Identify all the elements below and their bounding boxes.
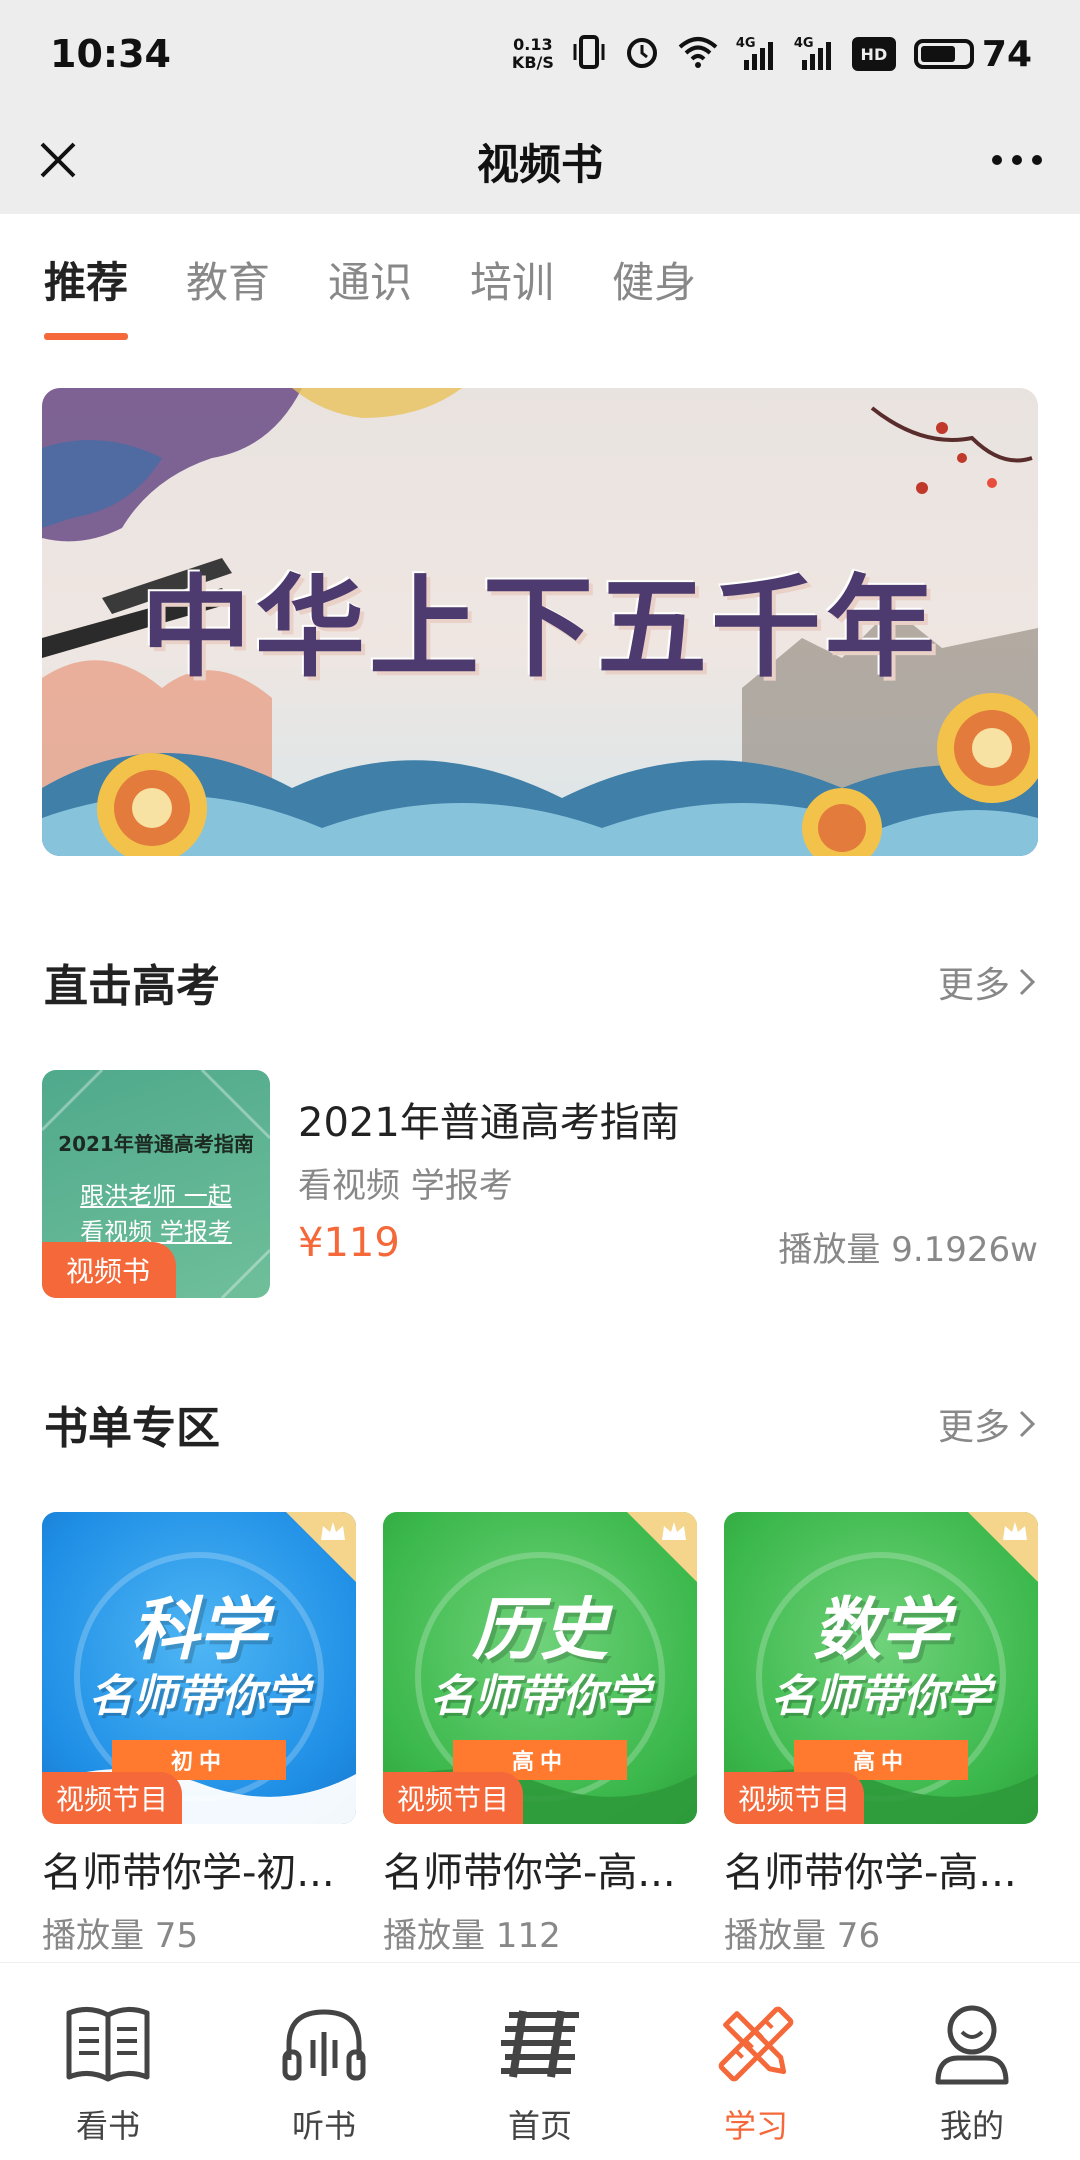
tab-education[interactable]: 教育 bbox=[186, 214, 270, 344]
bottom-nav: 看书 听书 首页 学习 我的 bbox=[0, 1962, 1080, 2160]
category-tabs: 推荐 教育 通识 培训 健身 bbox=[0, 214, 1080, 344]
video-program-badge: 视频节目 bbox=[383, 1772, 524, 1824]
more-label: 更多 bbox=[937, 1407, 1010, 1448]
video-program-badge: 视频节目 bbox=[42, 1772, 183, 1824]
booklist-section-header: 书单专区 更多 bbox=[44, 1392, 1036, 1456]
nav-item-home[interactable]: 首页 bbox=[432, 1963, 648, 2160]
cover-line-1: 跟洪老师 一起 bbox=[80, 1182, 232, 1210]
crown-icon bbox=[1003, 1522, 1027, 1540]
tab-label: 培训 bbox=[470, 257, 555, 307]
book-cover: 历史 名师带你学 高中 视频节目 bbox=[383, 1512, 697, 1824]
title-bar: 视频书 bbox=[0, 108, 1080, 214]
cover-heading: 2021年普通高考指南 bbox=[58, 1132, 254, 1156]
tab-active-indicator bbox=[44, 333, 129, 340]
tab-general-knowledge[interactable]: 通识 bbox=[328, 214, 412, 344]
nav-item-read[interactable]: 看书 bbox=[0, 1963, 216, 2160]
nav-item-me[interactable]: 我的 bbox=[864, 1963, 1080, 2160]
wifi-icon bbox=[678, 35, 718, 73]
cover-subject: 科学 bbox=[130, 1591, 267, 1670]
nav-label: 学习 bbox=[723, 2107, 788, 2145]
signal-icon-1: 4G bbox=[736, 36, 776, 72]
nav-label: 我的 bbox=[939, 2107, 1004, 2145]
book-play-count: 播放量 75 bbox=[42, 1916, 199, 1956]
tab-label: 教育 bbox=[186, 257, 271, 307]
more-label: 更多 bbox=[937, 965, 1010, 1006]
book-title: 名师带你学-高... bbox=[383, 1850, 676, 1896]
item-title: 2021年普通高考指南 bbox=[298, 1100, 680, 1146]
more-button[interactable] bbox=[982, 130, 1052, 190]
booklist-more-link[interactable]: 更多 bbox=[938, 1398, 1036, 1450]
gaokao-info: 2021年普通高考指南 看视频 学报考 ¥119 播放量 9.1926w bbox=[298, 1070, 1038, 1298]
status-icons: 0.13 KB/S 4G 4G HD 74 bbox=[512, 34, 1032, 75]
crown-icon bbox=[321, 1522, 345, 1540]
hd-label: HD bbox=[860, 44, 888, 64]
banner[interactable]: 中华上下五千年 bbox=[42, 388, 1038, 856]
battery: 74 bbox=[913, 33, 1032, 75]
item-subtitle: 看视频 学报考 bbox=[298, 1166, 513, 1206]
book-icon bbox=[63, 1999, 153, 2089]
tab-label: 健身 bbox=[612, 257, 697, 307]
chevron-right-icon bbox=[1019, 1410, 1036, 1438]
book-play-count: 播放量 112 bbox=[383, 1916, 561, 1956]
section-title: 书单专区 bbox=[44, 1403, 220, 1454]
gaokao-more-link[interactable]: 更多 bbox=[938, 956, 1036, 1008]
book-play-count: 播放量 76 bbox=[724, 1916, 881, 1956]
net-speed-unit: KB/S bbox=[511, 53, 554, 72]
banner-title: 中华上下五千年 bbox=[141, 563, 939, 692]
tab-fitness[interactable]: 健身 bbox=[612, 214, 696, 344]
tab-training[interactable]: 培训 bbox=[470, 214, 554, 344]
tab-label: 推荐 bbox=[44, 257, 129, 307]
net-speed: 0.13 KB/S bbox=[512, 36, 554, 72]
more-icon bbox=[992, 155, 1042, 165]
nav-label: 看书 bbox=[75, 2107, 140, 2145]
cover-tagline: 名师带你学 bbox=[771, 1671, 991, 1722]
tab-recommend[interactable]: 推荐 bbox=[44, 214, 129, 344]
signal-icon-2: 4G bbox=[794, 36, 834, 72]
item-price: ¥119 bbox=[298, 1220, 400, 1266]
nav-item-study[interactable]: 学习 bbox=[648, 1963, 864, 2160]
section-title: 直击高考 bbox=[44, 961, 220, 1012]
profile-icon bbox=[927, 1999, 1017, 2089]
close-icon bbox=[40, 142, 76, 178]
signal-2-label: 4G bbox=[793, 36, 814, 51]
nav-item-listen[interactable]: 听书 bbox=[216, 1963, 432, 2160]
gaokao-section-header: 直击高考 更多 bbox=[44, 950, 1036, 1014]
book-card[interactable]: 科学 名师带你学 初中 视频节目 名师带你学-初... 播放量 75 bbox=[42, 1512, 356, 1957]
vibrate-icon bbox=[572, 34, 606, 74]
study-icon bbox=[711, 1999, 801, 2089]
chevron-right-icon bbox=[1019, 968, 1036, 996]
cover-tagline: 名师带你学 bbox=[430, 1671, 650, 1722]
battery-icon bbox=[913, 39, 974, 69]
alarm-icon bbox=[624, 34, 660, 74]
gaokao-item[interactable]: 2021年普通高考指南 跟洪老师 一起 看视频 学报考 视频书 2021年普通高… bbox=[42, 1070, 1038, 1298]
nav-label: 听书 bbox=[291, 2107, 356, 2145]
signal-1-label: 4G bbox=[735, 36, 756, 51]
cover-subject: 历史 bbox=[471, 1591, 608, 1670]
hd-icon: HD bbox=[851, 37, 896, 71]
cover-subject: 数学 bbox=[812, 1591, 949, 1670]
headphones-icon bbox=[279, 1999, 369, 2089]
close-button[interactable] bbox=[28, 130, 88, 190]
booklist: 科学 名师带你学 初中 视频节目 名师带你学-初... 播放量 75 历史 名师… bbox=[42, 1512, 1038, 1957]
cover-tagline: 名师带你学 bbox=[89, 1671, 309, 1722]
book-card[interactable]: 历史 名师带你学 高中 视频节目 名师带你学-高... 播放量 112 bbox=[383, 1512, 697, 1957]
status-bar: 10:34 0.13 KB/S 4G 4G HD 74 bbox=[0, 0, 1080, 108]
page-title: 视频书 bbox=[476, 139, 603, 189]
status-time: 10:34 bbox=[50, 32, 171, 76]
crown-icon bbox=[662, 1522, 686, 1540]
battery-percent: 74 bbox=[981, 33, 1032, 75]
gaokao-cover: 2021年普通高考指南 跟洪老师 一起 看视频 学报考 视频书 bbox=[42, 1070, 270, 1298]
item-play-count: 播放量 9.1926w bbox=[778, 1230, 1038, 1270]
book-cover: 科学 名师带你学 初中 视频节目 bbox=[42, 1512, 356, 1824]
video-book-badge: 视频书 bbox=[42, 1242, 177, 1298]
book-cover: 数学 名师带你学 高中 视频节目 bbox=[724, 1512, 1038, 1824]
video-program-badge: 视频节目 bbox=[724, 1772, 865, 1824]
book-card[interactable]: 数学 名师带你学 高中 视频节目 名师带你学-高... 播放量 76 bbox=[724, 1512, 1038, 1957]
net-speed-value: 0.13 bbox=[513, 35, 553, 54]
home-icon bbox=[495, 1999, 585, 2089]
book-title: 名师带你学-高... bbox=[724, 1850, 1017, 1896]
tab-label: 通识 bbox=[328, 257, 413, 307]
book-title: 名师带你学-初... bbox=[42, 1850, 335, 1896]
nav-label: 首页 bbox=[507, 2107, 572, 2145]
